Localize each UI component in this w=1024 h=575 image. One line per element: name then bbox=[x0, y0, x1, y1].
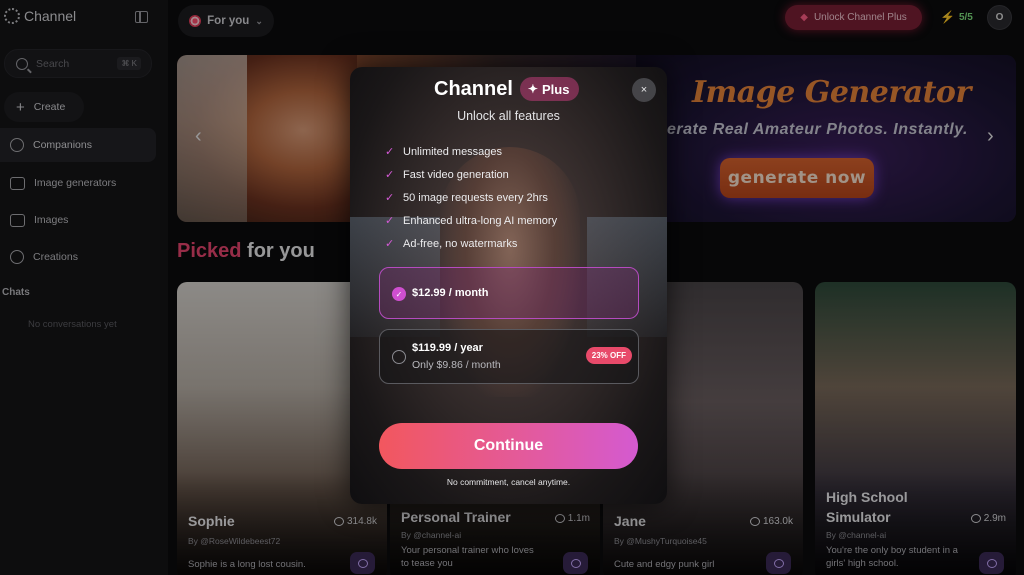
radio-unchecked-icon bbox=[392, 350, 406, 364]
modal-subtitle: Unlock all features bbox=[457, 109, 560, 123]
check-icon: ✓ bbox=[385, 215, 395, 227]
plan-yearly[interactable]: $119.99 / year Only $9.86 / month 23% OF… bbox=[379, 329, 639, 384]
sparkle-icon: ✦ bbox=[527, 82, 538, 96]
plus-badge: ✦ Plus bbox=[519, 77, 580, 101]
radio-checked-icon: ✓ bbox=[392, 287, 406, 301]
feature-label: Unlimited messages bbox=[403, 145, 503, 158]
check-icon: ✓ bbox=[385, 146, 395, 158]
feature-label: Enhanced ultra-long AI memory bbox=[403, 214, 558, 227]
check-icon: ✓ bbox=[385, 192, 395, 204]
feature-item: ✓ Unlimited messages bbox=[385, 145, 503, 159]
feature-item: ✓ Fast video generation bbox=[385, 168, 509, 182]
plan-price: $12.99 / month bbox=[412, 287, 489, 299]
modal-footnote: No commitment, cancel anytime. bbox=[446, 477, 571, 487]
feature-label: Fast video generation bbox=[403, 168, 509, 181]
plus-badge-label: Plus bbox=[541, 81, 570, 97]
modal-title-text: Channel bbox=[434, 77, 513, 100]
check-icon: ✓ bbox=[385, 169, 395, 181]
feature-item: ✓ Enhanced ultra-long AI memory bbox=[385, 214, 558, 228]
plan-monthly[interactable]: ✓ $12.99 / month bbox=[379, 267, 639, 319]
feature-label: 50 image requests every 2hrs bbox=[403, 191, 548, 204]
modal-title: Channel ✦ Plus bbox=[434, 77, 580, 101]
check-icon: ✓ bbox=[385, 238, 395, 250]
feature-label: Ad-free, no watermarks bbox=[403, 237, 518, 250]
close-button[interactable]: × bbox=[632, 78, 656, 102]
upgrade-modal: Channel ✦ Plus × Unlock all features ✓ U… bbox=[350, 67, 667, 504]
feature-item: ✓ Ad-free, no watermarks bbox=[385, 237, 518, 251]
plan-monthly-equivalent: Only $9.86 / month bbox=[412, 359, 501, 371]
app-root: Channel Search ⌘ K + Create Companions I… bbox=[0, 0, 1024, 575]
feature-item: ✓ 50 image requests every 2hrs bbox=[385, 191, 548, 205]
discount-badge: 23% OFF bbox=[585, 347, 632, 364]
continue-button[interactable]: Continue bbox=[379, 423, 638, 469]
plan-price: $119.99 / year bbox=[412, 342, 483, 354]
